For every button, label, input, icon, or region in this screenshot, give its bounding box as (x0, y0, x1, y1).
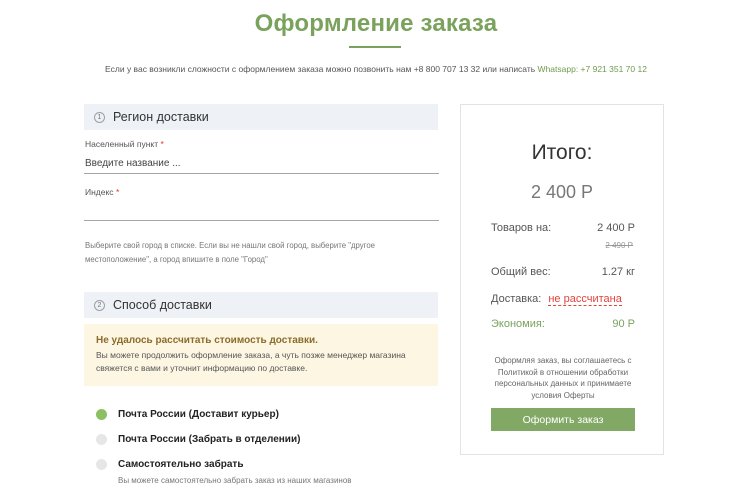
economy-value: 90 Р (612, 318, 635, 330)
pickup-note: Вы можете самостоятельно забрать заказ и… (118, 476, 352, 485)
index-label-text: Индекс (85, 187, 114, 197)
city-label: Населенный пункт * (85, 139, 164, 149)
region-section-title: Регион доставки (113, 110, 209, 124)
step-number: 1 (94, 111, 105, 123)
summary-title: Итого: (531, 141, 593, 164)
contact-info: Если у вас возникли сложности с оформлен… (0, 64, 752, 74)
warning-text: Вы можете продолжить оформление заказа, … (96, 350, 406, 373)
radio-unselected[interactable] (96, 434, 107, 445)
radio-selected[interactable] (96, 409, 107, 420)
goods-label: Товаров на: (491, 222, 552, 234)
weight-label: Общий вес: (491, 266, 551, 278)
warning-title: Не удалось рассчитать стоимость доставки… (96, 335, 318, 346)
required-mark: * (160, 139, 164, 149)
place-order-button[interactable]: Оформить заказ (491, 408, 635, 431)
goods-row: Товаров на: 2 400 Р (491, 222, 635, 234)
economy-label: Экономия: (491, 318, 545, 330)
city-label-text: Населенный пункт (85, 139, 159, 149)
delivery-option-label: Самостоятельно забрать (118, 459, 244, 470)
delivery-warning: Не удалось рассчитать стоимость доставки… (84, 324, 438, 386)
weight-row: Общий вес: 1.27 кг (491, 266, 635, 278)
delivery-section-title: Способ доставки (113, 298, 212, 312)
radio-unselected[interactable] (96, 459, 107, 470)
step-number: 2 (94, 299, 105, 311)
region-section-header: 1 Регион доставки (84, 104, 438, 130)
delivery-option-courier[interactable]: Почта России (Доставит курьер) (96, 409, 279, 420)
delivery-option-pickup[interactable]: Самостоятельно забрать (96, 459, 243, 470)
required-mark: * (115, 187, 120, 197)
delivery-section-header: 2 Способ доставки (84, 292, 438, 318)
goods-old-price: 2 490 Р (605, 241, 633, 250)
city-input[interactable] (84, 153, 439, 174)
index-label: Индекс * (85, 187, 119, 197)
summary-total: 2 400 Р (530, 182, 594, 202)
delivery-option-label: Почта России (Доставит курьер) (118, 409, 279, 420)
delivery-value: не рассчитана (548, 293, 622, 306)
title-underline (349, 46, 401, 48)
agreement-text: Оформляя заказ, вы соглашаетесь с Полити… (494, 356, 632, 400)
delivery-row: Доставка: не рассчитана (491, 293, 635, 306)
delivery-option-post-office[interactable]: Почта России (Забрать в отделении) (96, 434, 300, 445)
delivery-option-label: Почта России (Забрать в отделении) (118, 434, 301, 445)
contact-text: Если у вас возникли сложности с оформлен… (105, 64, 538, 74)
economy-row: Экономия: 90 Р (491, 318, 635, 330)
order-summary: Итого: 2 400 Р Товаров на: 2 400 Р 2 490… (460, 104, 664, 455)
index-input[interactable] (84, 200, 439, 221)
page-title: Оформление заказа (254, 10, 498, 37)
whatsapp-link[interactable]: Whatsapp: +7 921 351 70 12 (538, 64, 647, 74)
goods-value: 2 400 Р (597, 222, 635, 234)
delivery-label: Доставка: (491, 293, 542, 305)
weight-value: 1.27 кг (601, 266, 635, 278)
region-hint: Выберите свой город в списке. Если вы не… (85, 241, 376, 264)
